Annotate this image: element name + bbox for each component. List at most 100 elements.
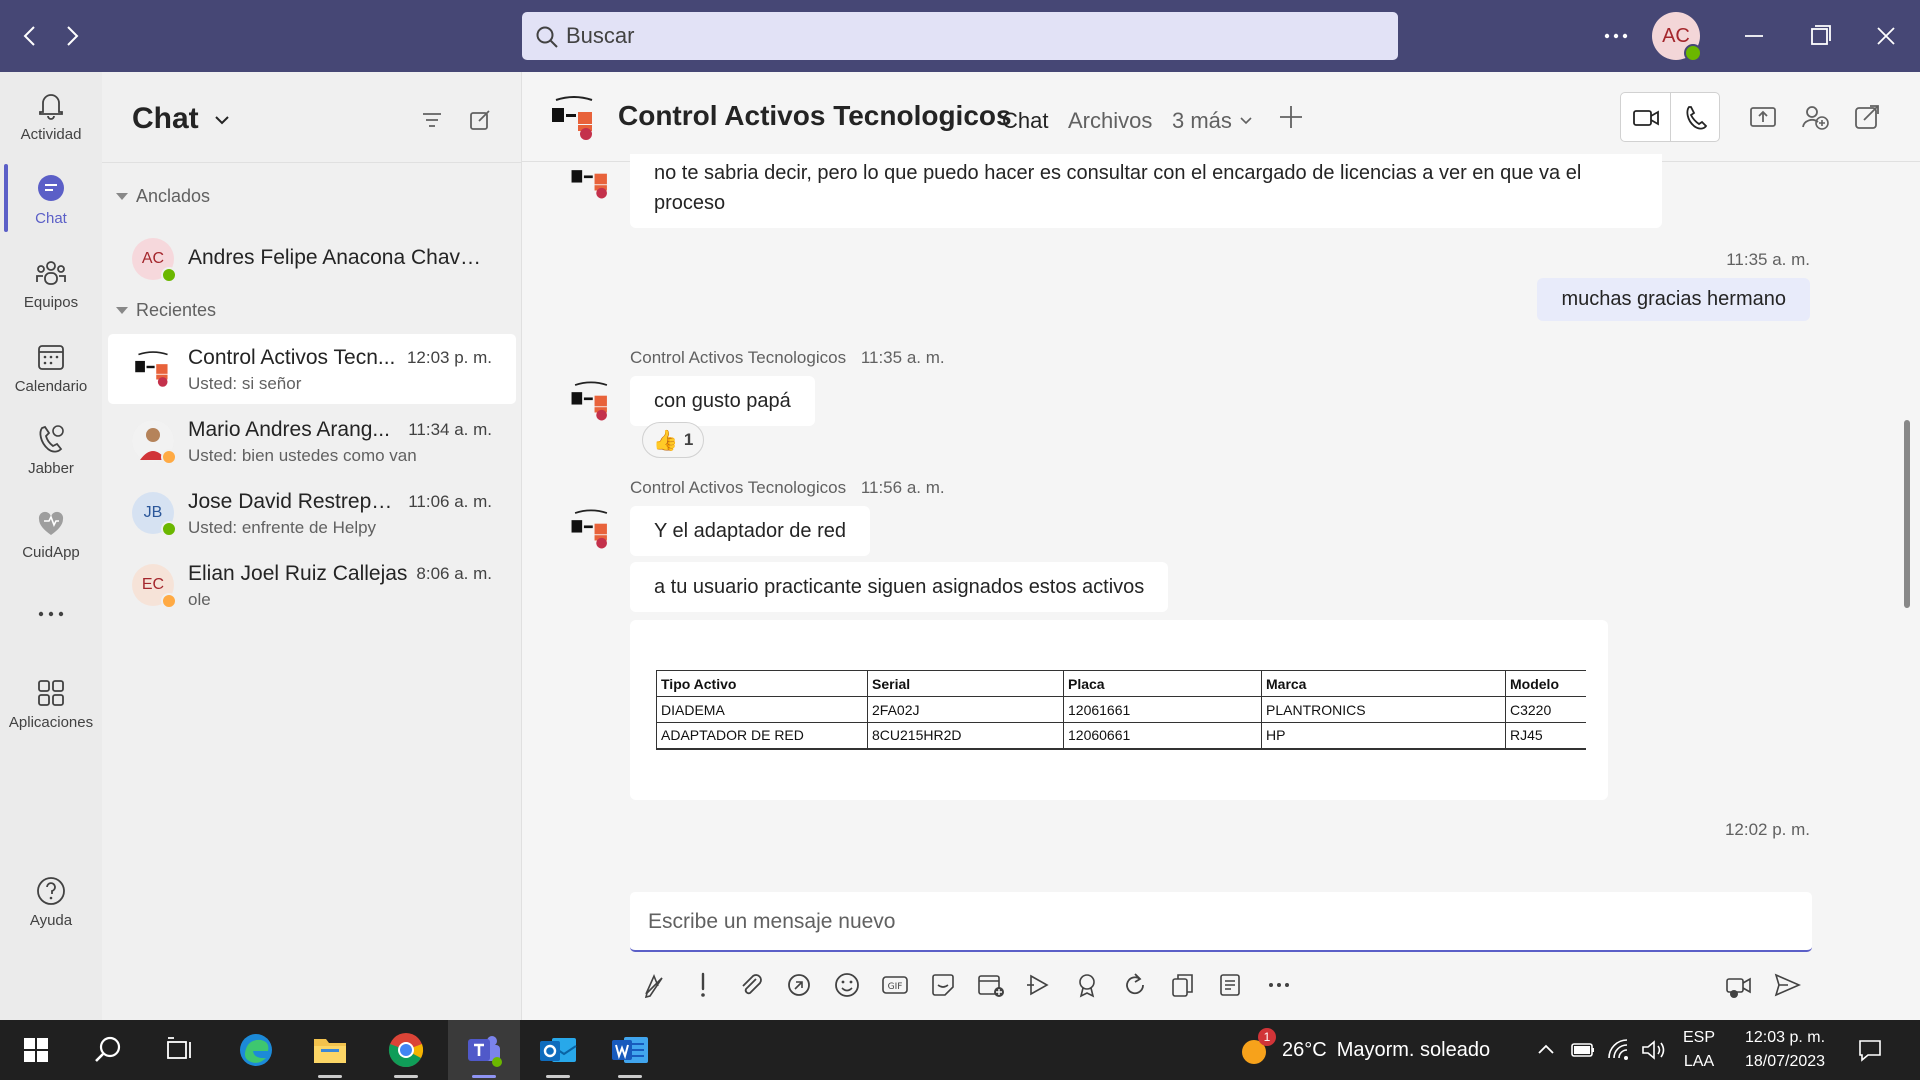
attach-icon[interactable] bbox=[736, 970, 766, 1000]
search-icon bbox=[536, 26, 558, 48]
taskbar-app-teams[interactable] bbox=[448, 1020, 520, 1080]
taskbar-app-explorer[interactable] bbox=[296, 1020, 364, 1080]
rail-label: Actividad bbox=[20, 126, 82, 143]
chat-preview: ole bbox=[188, 590, 211, 609]
more-compose-options-icon[interactable] bbox=[1264, 970, 1294, 1000]
filter-icon[interactable] bbox=[418, 106, 446, 134]
chat-name: Mario Andres Arang... bbox=[188, 418, 390, 441]
chat-item-mario[interactable]: Mario Andres Arang... 11:34 a. m. Usted:… bbox=[108, 406, 516, 476]
message-bubble: con gusto papá bbox=[630, 376, 815, 426]
rail-item-actividad[interactable]: Actividad bbox=[0, 74, 102, 154]
compose-box[interactable]: Escribe un mensaje nuevo bbox=[630, 892, 1812, 952]
chat-preview: Usted: bien ustedes como van bbox=[188, 446, 417, 465]
video-clip-icon[interactable] bbox=[1724, 970, 1754, 1000]
rail-item-aplicaciones[interactable]: Aplicaciones bbox=[0, 662, 102, 742]
message-bubble: a tu usuario practicante siguen asignado… bbox=[630, 562, 1169, 612]
new-chat-icon[interactable] bbox=[466, 106, 494, 134]
control-activos-logo-icon bbox=[552, 96, 593, 140]
running-indicator bbox=[318, 1075, 342, 1078]
language-indicator[interactable]: ESP LAA bbox=[1680, 1026, 1718, 1074]
section-recent[interactable]: Recientes bbox=[116, 300, 216, 321]
tab-archivos[interactable]: Archivos bbox=[1068, 108, 1152, 134]
rail-item-equipos[interactable]: Equipos bbox=[0, 242, 102, 322]
divider bbox=[1670, 93, 1671, 141]
table-cell: 12060661 bbox=[1063, 722, 1262, 750]
approvals-icon[interactable] bbox=[1168, 970, 1198, 1000]
folder-icon bbox=[314, 1039, 346, 1063]
table-cell: RJ45 bbox=[1505, 722, 1586, 750]
rail-item-chat[interactable]: Chat bbox=[0, 158, 102, 238]
rail-label: Chat bbox=[35, 210, 67, 227]
taskbar-app-word[interactable] bbox=[596, 1020, 664, 1080]
pop-out-icon[interactable] bbox=[1852, 102, 1882, 132]
calendar-icon bbox=[38, 345, 64, 370]
table-cell: 12061661 bbox=[1063, 696, 1262, 723]
rail-label: Ayuda bbox=[29, 912, 73, 929]
audio-call-icon[interactable] bbox=[1681, 103, 1711, 133]
add-people-icon[interactable] bbox=[1800, 102, 1830, 132]
wifi-icon[interactable] bbox=[1606, 1038, 1632, 1062]
rail-item-jabber[interactable]: Jabber bbox=[0, 408, 102, 488]
minimize-icon[interactable] bbox=[1734, 18, 1774, 54]
taskbar-app-chrome[interactable] bbox=[372, 1020, 440, 1080]
forward-arrow-icon[interactable] bbox=[56, 20, 88, 52]
chat-time: 11:34 a. m. bbox=[408, 420, 492, 439]
notifications-icon[interactable] bbox=[1856, 1036, 1884, 1064]
weather-widget[interactable]: 1 26°C Mayorm. soleado bbox=[1236, 1028, 1490, 1068]
schedule-meeting-icon[interactable] bbox=[976, 970, 1006, 1000]
forms-icon[interactable] bbox=[1216, 970, 1246, 1000]
rail-item-cuidapp[interactable]: CuidApp bbox=[0, 492, 102, 572]
sticker-icon[interactable] bbox=[928, 970, 958, 1000]
task-view-button[interactable] bbox=[146, 1020, 214, 1080]
important-icon[interactable] bbox=[688, 970, 718, 1000]
praise-icon[interactable] bbox=[1072, 970, 1102, 1000]
more-options-icon[interactable] bbox=[1600, 22, 1632, 50]
rail-item-ayuda[interactable]: Ayuda bbox=[0, 860, 102, 940]
sender-avatar-icon bbox=[571, 170, 607, 199]
asset-table-image[interactable]: Tipo Activo Serial Placa Marca Modelo DI… bbox=[630, 620, 1608, 800]
chat-item-pinned[interactable]: AC Andres Felipe Anacona Chava... bbox=[108, 224, 516, 294]
search-input[interactable]: Buscar bbox=[522, 12, 1398, 60]
user-avatar[interactable]: AC bbox=[1652, 12, 1702, 62]
chevron-down-icon[interactable] bbox=[210, 108, 234, 132]
message-time: 12:02 p. m. bbox=[1724, 820, 1810, 839]
format-icon[interactable] bbox=[640, 970, 670, 1000]
control-activos-logo-icon bbox=[135, 351, 168, 387]
clock[interactable]: 12:03 p. m. 18/07/2023 bbox=[1730, 1026, 1840, 1074]
tab-more-label: 3 más bbox=[1172, 108, 1232, 133]
chevron-up-icon[interactable] bbox=[1536, 1040, 1556, 1060]
tab-chat[interactable]: Chat bbox=[1002, 108, 1049, 158]
start-button[interactable] bbox=[2, 1020, 70, 1080]
video-call-icon[interactable] bbox=[1631, 103, 1661, 133]
chat-item-elian[interactable]: EC Elian Joel Ruiz Callejas 8:06 a. m. o… bbox=[108, 550, 516, 620]
presence-away-icon bbox=[161, 593, 177, 609]
close-icon[interactable] bbox=[1866, 18, 1906, 54]
refresh-icon[interactable] bbox=[1120, 970, 1150, 1000]
like-reaction[interactable]: 👍 1 bbox=[642, 422, 705, 458]
rail-item-calendario[interactable]: Calendario bbox=[0, 326, 102, 406]
back-arrow-icon[interactable] bbox=[14, 20, 46, 52]
loop-component-icon[interactable] bbox=[784, 970, 814, 1000]
send-icon[interactable] bbox=[1772, 970, 1802, 1000]
running-indicator bbox=[472, 1075, 496, 1078]
add-tab-icon[interactable] bbox=[1276, 102, 1306, 132]
more-apps-icon[interactable] bbox=[36, 604, 66, 624]
section-pinned[interactable]: Anclados bbox=[116, 186, 210, 207]
taskbar-search-button[interactable] bbox=[74, 1020, 142, 1080]
battery-icon[interactable] bbox=[1570, 1038, 1596, 1062]
restore-icon[interactable] bbox=[1800, 18, 1840, 54]
taskbar-app-outlook[interactable] bbox=[524, 1020, 592, 1080]
chat-item-jose[interactable]: JB Jose David Restrepo ... 11:06 a. m. U… bbox=[108, 478, 516, 548]
volume-icon[interactable] bbox=[1640, 1038, 1666, 1062]
conversation-scrollbar[interactable] bbox=[1904, 420, 1910, 608]
emoji-icon[interactable] bbox=[832, 970, 862, 1000]
table-header: Tipo Activo bbox=[656, 670, 868, 697]
share-screen-icon[interactable] bbox=[1748, 102, 1778, 132]
gif-icon[interactable]: GIF bbox=[880, 970, 910, 1000]
tab-more[interactable]: 3 más bbox=[1172, 108, 1254, 134]
stream-icon[interactable] bbox=[1024, 970, 1054, 1000]
chat-item-control-activos[interactable]: Control Activos Tecn... 12:03 p. m. Uste… bbox=[108, 334, 516, 404]
taskbar-app-edge[interactable] bbox=[222, 1020, 290, 1080]
chrome-icon bbox=[388, 1033, 424, 1068]
running-indicator bbox=[546, 1075, 570, 1078]
